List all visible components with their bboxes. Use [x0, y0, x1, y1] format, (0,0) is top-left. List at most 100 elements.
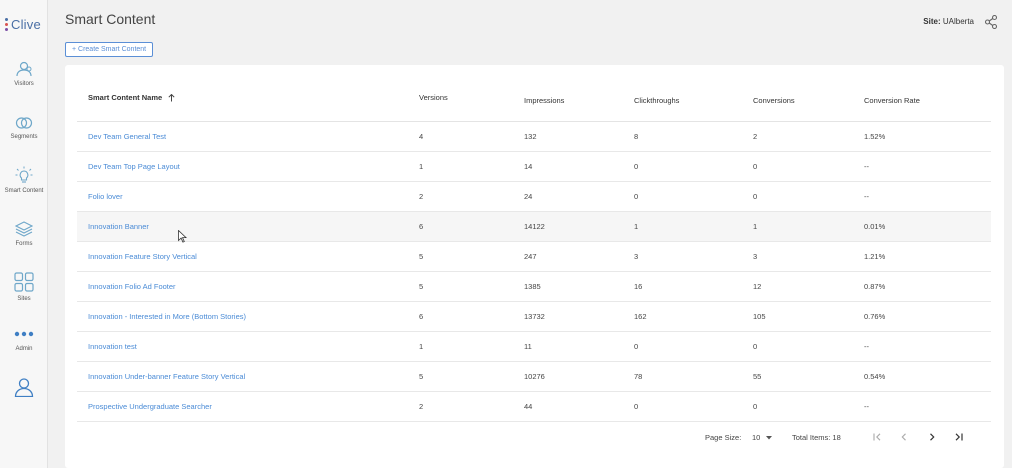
column-header-impressions[interactable]: Impressions [524, 96, 564, 105]
cell-name[interactable]: Innovation Feature Story Vertical [88, 242, 197, 272]
cell-versions: 5 [419, 252, 424, 261]
table-row[interactable]: Folio lover 2 24 0 0 -- [77, 182, 991, 212]
cell-clickthroughs: 0 [634, 342, 639, 351]
prev-page-icon [901, 433, 906, 441]
page-size-select[interactable]: 10 [752, 433, 773, 442]
cell-impressions: 13732 [524, 312, 545, 321]
table-row[interactable]: Innovation Under-banner Feature Story Ve… [77, 362, 991, 392]
table-row[interactable]: Innovation Feature Story Vertical 5 247 3 3 1… [77, 242, 991, 272]
sidebar-item-admin[interactable]: Admin [0, 330, 48, 352]
sidebar-item-profile[interactable] [0, 377, 48, 397]
cell-name[interactable]: Dev Team Top Page Layout [88, 152, 180, 182]
cell-name[interactable]: Prospective Undergraduate Searcher [88, 392, 212, 422]
cell-name[interactable]: Innovation test [88, 332, 137, 362]
sidebar-item-segments[interactable]: Segments [0, 116, 48, 140]
table-row[interactable]: Innovation Banner 6 14122 1 1 0.01% [77, 212, 991, 242]
sites-icon [14, 272, 34, 292]
sort-ascending-icon [168, 94, 175, 102]
cell-conversions: 0 [753, 162, 758, 171]
cell-clickthroughs: 78 [634, 372, 643, 381]
cell-clickthroughs: 0 [634, 402, 639, 411]
segments-icon [15, 117, 33, 129]
sidebar-item-visitors[interactable]: Visitors [0, 61, 48, 87]
cell-versions: 6 [419, 222, 424, 231]
app-logo[interactable]: Clive [5, 13, 45, 35]
cell-clickthroughs: 3 [634, 252, 639, 261]
cell-impressions: 44 [524, 402, 533, 411]
share-icon[interactable] [985, 15, 997, 29]
column-header-conversions[interactable]: Conversions [753, 96, 795, 105]
visitors-icon [16, 61, 32, 77]
cell-versions: 1 [419, 342, 424, 351]
cell-versions: 1 [419, 162, 424, 171]
cell-conversion-rate: 0.87% [864, 282, 886, 291]
last-page-button[interactable] [951, 430, 965, 444]
next-page-icon [930, 433, 935, 441]
cell-impressions: 24 [524, 192, 533, 201]
cell-clickthroughs: 8 [634, 132, 639, 141]
smart-content-table-card: Smart Content Name Versions Impressions … [65, 65, 1004, 468]
cell-conversion-rate: 1.21% [864, 252, 886, 261]
app-name: Clive [11, 16, 41, 32]
column-header-name[interactable]: Smart Content Name [88, 93, 175, 102]
sidebar-item-smart-content[interactable]: Smart Content [0, 166, 48, 194]
sidebar: Clive Visitors Segments Smart Content Fo… [0, 0, 48, 468]
cell-conversions: 105 [753, 312, 766, 321]
site-value: UAlberta [942, 17, 974, 26]
smart-content-icon [15, 166, 33, 183]
cell-name[interactable]: Dev Team General Test [88, 122, 166, 152]
cell-versions: 2 [419, 192, 424, 201]
first-page-icon [872, 433, 880, 441]
site-selector[interactable]: Site: UAlberta [923, 17, 974, 26]
cell-clickthroughs: 162 [634, 312, 647, 321]
cell-name[interactable]: Innovation Folio Ad Footer [88, 272, 176, 302]
next-page-button[interactable] [925, 430, 939, 444]
cell-conversion-rate: 1.52% [864, 132, 886, 141]
create-smart-content-button[interactable]: + Create Smart Content [65, 42, 154, 57]
sidebar-item-label: Forms [15, 241, 33, 247]
cell-versions: 5 [419, 282, 424, 291]
sidebar-item-forms[interactable]: Forms [0, 221, 48, 247]
cell-name[interactable]: Innovation Under-banner Feature Story Ve… [88, 362, 245, 392]
total-items: Total Items: 18 [792, 433, 841, 442]
table-row[interactable]: Innovation test 1 11 0 0 -- [77, 332, 991, 362]
table-row[interactable]: Innovation Folio Ad Footer 5 1385 16 12 0.87% [77, 272, 991, 302]
prev-page-button[interactable] [897, 430, 911, 444]
cell-impressions: 14122 [524, 222, 545, 231]
table-row[interactable]: Dev Team Top Page Layout 1 14 0 0 -- [77, 152, 991, 182]
sidebar-item-sites[interactable]: Sites [0, 272, 48, 302]
cell-impressions: 10276 [524, 372, 545, 381]
column-header-label: Smart Content Name [88, 93, 163, 102]
logo-dots [5, 17, 8, 31]
cell-impressions: 14 [524, 162, 533, 171]
page-size-value: 10 [752, 433, 761, 442]
cell-conversion-rate: -- [864, 342, 869, 351]
table-row[interactable]: Dev Team General Test 4 132 8 2 1.52% [77, 122, 991, 152]
cell-conversions: 2 [753, 132, 758, 141]
site-label: Site: [923, 17, 941, 26]
cell-versions: 5 [419, 372, 424, 381]
table-row[interactable]: Prospective Undergraduate Searcher 2 44 0 0 -… [77, 392, 991, 422]
cell-clickthroughs: 0 [634, 192, 639, 201]
first-page-button[interactable] [870, 430, 884, 444]
column-header-versions[interactable]: Versions [419, 93, 448, 102]
cell-clickthroughs: 0 [634, 162, 639, 171]
cell-conversion-rate: 0.76% [864, 312, 886, 321]
column-header-clickthroughs[interactable]: Clickthroughs [634, 96, 679, 105]
cell-name[interactable]: Innovation - Interested in More (Bottom … [88, 302, 246, 332]
mouse-cursor-icon [178, 230, 187, 243]
sidebar-item-label: Smart Content [4, 188, 44, 194]
cell-conversion-rate: 0.54% [864, 372, 886, 381]
page-size-label: Page Size: [705, 433, 742, 442]
cell-name[interactable]: Innovation Banner [88, 212, 149, 242]
cell-versions: 2 [419, 402, 424, 411]
cell-conversion-rate: -- [864, 162, 869, 171]
cell-clickthroughs: 16 [634, 282, 643, 291]
table-row[interactable]: Innovation - Interested in More (Bottom … [77, 302, 991, 332]
more-dots-icon [14, 331, 34, 337]
cell-name[interactable]: Folio lover [88, 182, 123, 212]
column-header-conversion-rate[interactable]: Conversion Rate [864, 96, 920, 105]
cell-versions: 6 [419, 312, 424, 321]
cell-versions: 4 [419, 132, 424, 141]
cell-conversion-rate: -- [864, 192, 869, 201]
